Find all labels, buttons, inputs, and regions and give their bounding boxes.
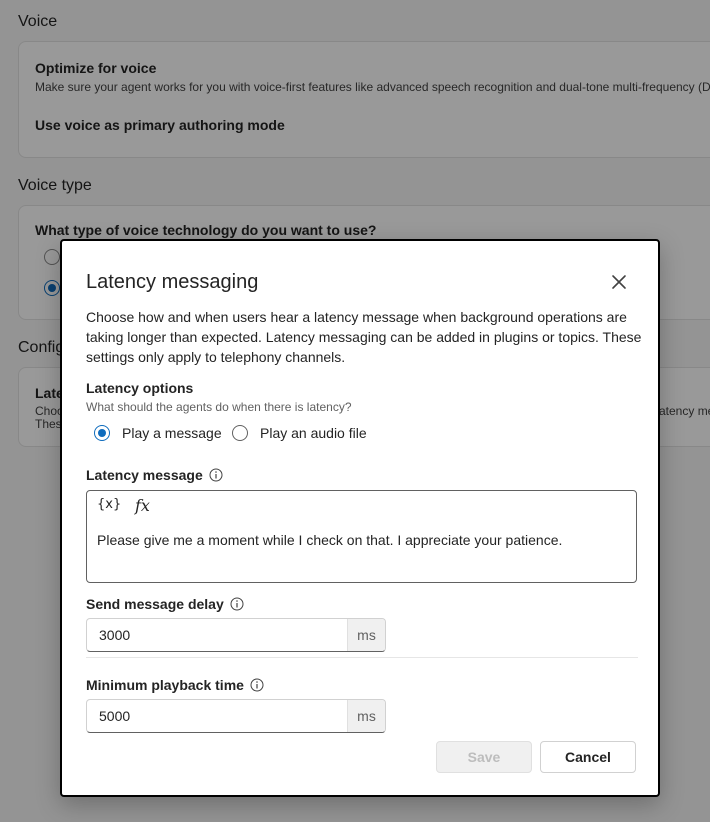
min-playback-input[interactable]: 5000 ms [86,699,386,733]
send-delay-label: Send message delay [86,596,244,612]
info-icon[interactable] [230,597,244,611]
latency-message-editor[interactable]: {x} fx Please give me a moment while I c… [86,490,637,583]
cancel-button[interactable]: Cancel [540,741,636,773]
radio-play-message-indicator[interactable] [94,425,110,441]
dialog-title: Latency messaging [86,271,259,293]
latency-options-label-text: Latency options [86,380,194,396]
send-delay-label-text: Send message delay [86,596,224,612]
close-icon [612,275,626,289]
latency-options-hint: What should the agents do when there is … [86,400,352,414]
dialog-description: Choose how and when users hear a latency… [86,309,642,365]
formula-button[interactable]: fx [135,496,150,515]
latency-message-label-text: Latency message [86,467,203,483]
divider [86,657,638,658]
send-delay-unit: ms [347,619,385,651]
send-delay-value[interactable]: 3000 [87,619,347,651]
min-playback-label: Minimum playback time [86,677,264,693]
radio-play-audio-indicator[interactable] [232,425,248,441]
info-icon[interactable] [250,678,264,692]
min-playback-value[interactable]: 5000 [87,700,347,732]
latency-message-text[interactable]: Please give me a moment while I check on… [97,532,562,548]
min-playback-label-text: Minimum playback time [86,677,244,693]
min-playback-unit: ms [347,700,385,732]
send-delay-input[interactable]: 3000 ms [86,618,386,652]
radio-play-message[interactable]: Play a message [94,425,222,441]
save-button[interactable]: Save [436,741,532,773]
insert-variable-button[interactable]: {x} [97,497,121,512]
radio-play-audio[interactable]: Play an audio file [232,425,367,441]
latency-messaging-dialog: Latency messaging Choose how and when us… [60,239,660,797]
info-icon[interactable] [209,468,223,482]
latency-options-label: Latency options [86,380,193,396]
radio-play-audio-label: Play an audio file [260,425,367,441]
latency-message-label: Latency message [86,467,223,483]
close-button[interactable] [608,271,630,293]
radio-play-message-label: Play a message [122,425,222,441]
